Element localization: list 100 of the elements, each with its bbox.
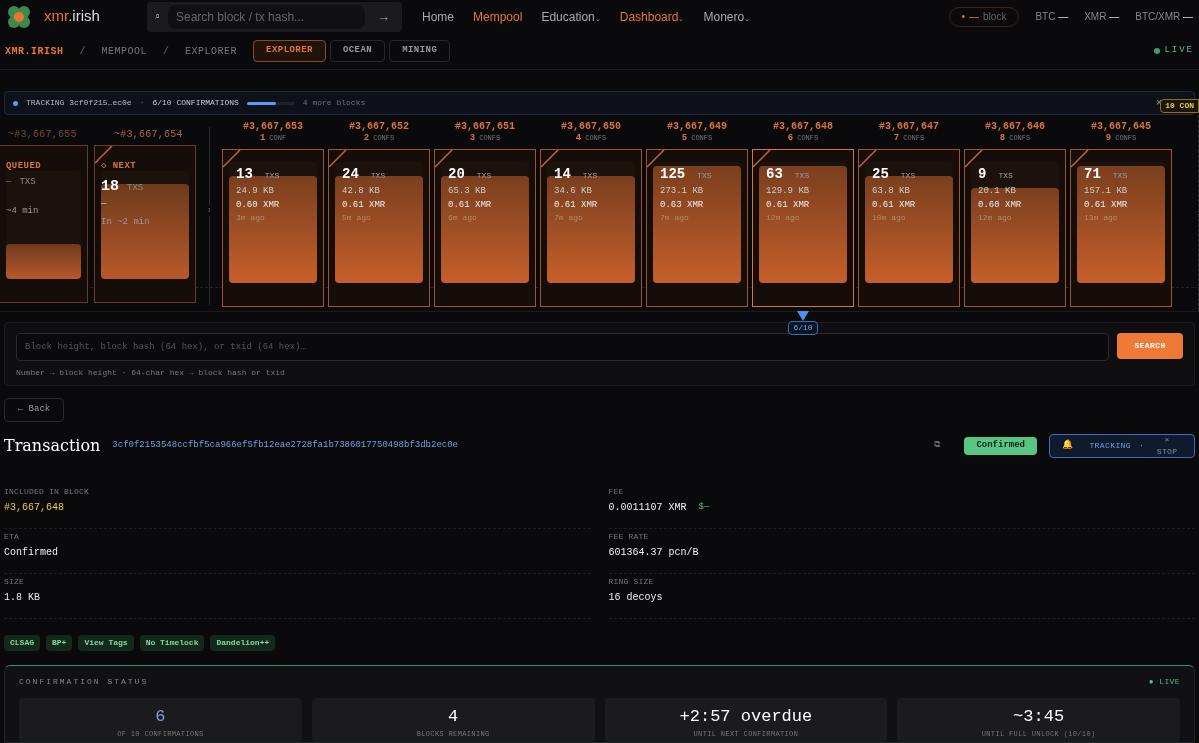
tx-label: TXS: [19, 175, 36, 189]
corner-notch-icon: [329, 150, 347, 169]
block-size: 273.1 KB: [660, 185, 705, 199]
corner-notch-icon: [435, 150, 453, 169]
block-eta: In ~2 min: [101, 215, 151, 229]
confirmation-count: 9: [1105, 132, 1112, 146]
price-ticker: XMR —: [1084, 10, 1120, 25]
tx-label: TXS: [900, 170, 916, 183]
site-logo[interactable]: xmr.irish: [44, 5, 119, 28]
tx-count: 25: [872, 165, 889, 185]
feature-tag: CLSAG: [4, 634, 40, 651]
block-size: 42.8 KB: [342, 185, 381, 199]
block-card[interactable]: 14 TXS 34.6 KB 0.61 XMR 7m ago: [540, 149, 642, 308]
tx-count: 13: [236, 165, 253, 185]
block-card[interactable]: 71 TXS 157.1 KB 0.61 XMR 13m ago: [1070, 149, 1172, 308]
mempool-block[interactable]: QUEUED — TXS ~4 min: [0, 145, 88, 304]
breadcrumb-link[interactable]: XMR.IRISH: [5, 43, 64, 59]
tx-label: TXS: [794, 170, 810, 183]
breadcrumb-link[interactable]: EXPLORER: [185, 43, 238, 59]
tx-label: TXS: [582, 170, 598, 183]
confirmation-count: 2: [363, 132, 370, 146]
block-height: #3,667,652: [349, 120, 409, 133]
block-reward: 0.60 XMR: [978, 198, 1023, 212]
stat-value: 6: [155, 705, 166, 728]
block-reward: 0.61 XMR: [872, 198, 917, 212]
tx-count: 20: [448, 165, 465, 185]
block-card[interactable]: 24 TXS 42.8 KB 0.61 XMR 5m ago: [328, 149, 430, 308]
confirmation-count: 3: [469, 132, 476, 146]
back-button[interactable]: ← Back: [4, 398, 64, 422]
corner-notch-icon: [859, 150, 877, 169]
block-size: 24.9 KB: [236, 185, 275, 199]
nav-link[interactable]: Home: [422, 7, 454, 26]
final-confirmation-badge: 10 CON: [1160, 99, 1199, 114]
block-tag: QUEUED: [6, 160, 81, 174]
tx-count: 9: [978, 165, 987, 185]
block-reward: 0.61 XMR: [448, 198, 493, 212]
block-reward: 0.63 XMR: [660, 198, 705, 212]
block-eta: ~4 min: [6, 205, 40, 219]
feature-tag: View Tags: [78, 634, 134, 651]
block-card[interactable]: 63 TXS 129.9 KB 0.61 XMR 12m ago: [752, 149, 854, 308]
block-card[interactable]: 13 TXS 24.9 KB 0.60 XMR 3m ago: [222, 149, 324, 308]
search-submit-button[interactable]: →: [373, 6, 394, 27]
lookup-field[interactable]: Block height, block hash (64 hex), or txid (64 hex)…: [16, 332, 1109, 361]
block-age: 5m ago: [342, 212, 372, 225]
detail-label: INCLUDED IN BLOCK: [4, 485, 90, 498]
section-tab[interactable]: MINING: [389, 40, 451, 63]
detail-label: FEE: [608, 485, 625, 498]
tx-count: 125: [660, 165, 686, 185]
detail-value: Confirmed: [4, 545, 58, 560]
block-card[interactable]: 20 TXS 65.3 KB 0.61 XMR 6m ago: [434, 149, 536, 308]
stat-value: ~3:45: [1013, 705, 1065, 728]
block-size: 63.8 KB: [872, 185, 911, 199]
block-tag: ◇ NEXT: [101, 160, 189, 174]
corner-notch-icon: [541, 150, 559, 169]
separator-dot: ·: [139, 97, 145, 110]
block-size: 20.1 KB: [978, 185, 1017, 199]
detail-value: 16 decoys: [608, 590, 663, 605]
search-icon: ⌕: [155, 9, 160, 24]
page-title: Transaction: [4, 434, 101, 457]
tx-label: TXS: [697, 170, 712, 183]
block-height: #3,667,645: [1091, 120, 1151, 133]
stat-value: 4: [448, 705, 459, 728]
tx-label: TXS: [476, 170, 492, 183]
tx-count: —: [6, 175, 12, 189]
confirmation-count: 4: [575, 132, 582, 146]
block-height: ~#3,667,655: [7, 128, 78, 143]
feature-tag: BP+: [46, 634, 73, 651]
block-detail: —: [101, 198, 108, 212]
breadcrumb-separator: /: [163, 44, 170, 59]
detail-label: FEE RATE: [608, 530, 650, 543]
status-badge: Confirmed: [964, 436, 1037, 455]
tx-label: TXS: [127, 181, 144, 195]
block-age: 3m ago: [236, 212, 266, 225]
block-reward: 0.61 XMR: [554, 198, 599, 212]
section-tab[interactable]: OCEAN: [329, 40, 386, 63]
search-field[interactable]: Search block / tx hash...: [168, 4, 365, 29]
remaining-label: 4 more blocks: [302, 97, 366, 110]
block-age: 13m ago: [1084, 212, 1119, 225]
tracking-label: TRACKING 3cf0f215…ec0e: [26, 97, 132, 110]
nav-link[interactable]: Mempool: [473, 7, 523, 26]
detail-value[interactable]: #3,667,648: [4, 499, 64, 515]
block-age: 6m ago: [448, 212, 478, 225]
block-size: 157.1 KB: [1084, 185, 1129, 199]
mempool-block[interactable]: ◇ NEXT 18 TXS — In ~2 min: [94, 145, 196, 304]
detail-value: 1.8 KB: [4, 590, 40, 605]
tracking-button[interactable]: 🔔 TRACKING · × STOP: [1049, 433, 1195, 458]
tx-label: TXS: [264, 170, 280, 183]
transaction-id[interactable]: 3cf0f2153548ccfbf5ca966ef5fb12eae2728fa1b7386017750498bf3db2ec0e: [112, 439, 458, 453]
tx-count: 18: [101, 176, 119, 197]
block-height: #3,667,653: [243, 120, 303, 133]
breadcrumb-link[interactable]: MEMPOOL: [101, 43, 148, 59]
confirmation-count: 6: [787, 132, 794, 146]
confirmation-count: 7: [893, 132, 900, 146]
block-card[interactable]: 9 TXS 20.1 KB 0.60 XMR 12m ago: [964, 149, 1066, 308]
block-height: #3,667,646: [985, 120, 1045, 133]
tx-count: 14: [554, 165, 571, 185]
block-height: #3,667,651: [455, 120, 515, 133]
block-card[interactable]: 25 TXS 63.8 KB 0.61 XMR 10m ago: [858, 149, 960, 308]
marker-triangle-icon: [797, 311, 809, 322]
section-tab[interactable]: EXPLORER: [253, 40, 326, 63]
